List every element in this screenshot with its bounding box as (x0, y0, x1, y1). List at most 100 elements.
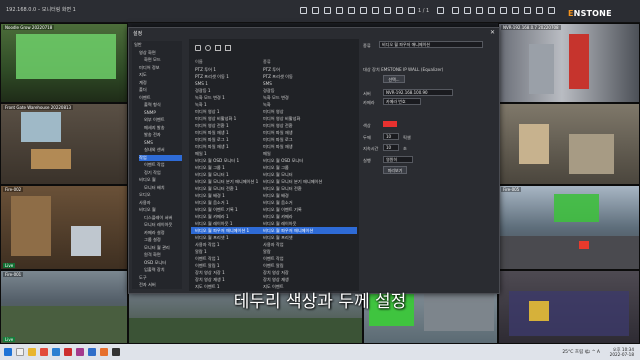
camera-tile-6[interactable]: Fire-005 (498, 185, 640, 270)
close-icon[interactable]: ✕ (490, 29, 495, 36)
tree-item[interactable]: 모니터 레이아웃 (144, 222, 172, 228)
edit-icon[interactable] (205, 45, 211, 51)
list-item-type[interactable]: 미디어 영상 비활성화 (263, 116, 300, 122)
tree-item[interactable]: 이벤트 (139, 95, 151, 101)
tree-item[interactable]: 입출력 장치 (144, 267, 165, 273)
list-item-name[interactable]: 비디오 월 카메라 1 (195, 214, 229, 220)
tree-item[interactable]: 작업 (139, 154, 182, 161)
list-item-type[interactable]: 메일 (263, 151, 271, 157)
search-icon[interactable] (488, 7, 495, 14)
record-icon[interactable] (476, 7, 483, 14)
list-item-type[interactable]: 녹화 (263, 102, 271, 108)
list-item-name[interactable]: SMS 1 (195, 81, 208, 86)
preview-button[interactable]: 미리보기 (383, 166, 407, 174)
clock[interactable]: 오후 10:34 2022-07-18 (610, 347, 634, 357)
list-item-type[interactable]: 비디오 월 음소거 (263, 200, 293, 206)
camera-icon[interactable] (360, 7, 367, 14)
tree-item[interactable]: SNMP (144, 110, 156, 115)
tree-item[interactable]: 디스플레이 서버 (144, 215, 172, 221)
color-swatch[interactable] (383, 121, 397, 127)
list-item-name[interactable]: 비디오 월 배경 1 (195, 193, 225, 199)
tree-item[interactable]: 카메라 설정 (144, 230, 165, 236)
list-item-type[interactable]: 비디오 월 그룹 (263, 165, 289, 171)
tree-item[interactable]: 실내외 센서 (144, 147, 165, 153)
list-item-name[interactable]: 이벤트 작업 1 (195, 256, 220, 262)
camera-tile-5[interactable]: Fire-002 Live (0, 185, 128, 270)
pdf-icon[interactable] (64, 348, 72, 356)
search-icon[interactable] (16, 348, 24, 356)
list-item-name[interactable]: 미디어 파일 로그 1 (195, 137, 229, 143)
select-target-button[interactable]: 선택... (383, 75, 405, 83)
list-item-name[interactable]: 미디어 영상 비활성화 1 (195, 116, 236, 122)
grid-3x3-icon[interactable] (324, 7, 331, 14)
next-page-icon[interactable] (437, 7, 444, 14)
list-item-type[interactable]: PTZ 프리셋 이동 (263, 74, 293, 80)
app-icon[interactable] (76, 348, 84, 356)
list-item-type[interactable]: 비디오 월 모니터 분기 애니메이션 (263, 179, 322, 185)
list-item-type[interactable]: 비디오 월 모니터 (263, 172, 293, 178)
list-item-name[interactable]: 비디오 월 파우저 애니메이션 1 (195, 228, 249, 234)
sequence-icon[interactable] (464, 7, 471, 14)
camera-tile-4[interactable] (498, 103, 640, 185)
list-item-type[interactable]: 사용자 작업 (263, 242, 284, 248)
tree-item[interactable]: 원격 화면 (144, 252, 161, 258)
tree-item[interactable]: 이벤트 작업 (144, 162, 165, 168)
list-item-type[interactable]: 비디오 월 배경 (263, 193, 289, 199)
copy-icon[interactable] (215, 45, 221, 51)
list-item-name[interactable]: 경광등 1 (195, 88, 211, 94)
list-item-type[interactable]: 비디오 월 프리셋 (263, 235, 293, 241)
tree-item[interactable]: 비디오 월 (139, 177, 156, 183)
list-item-type[interactable]: 이벤트 작업 (263, 256, 284, 262)
list-item-type[interactable]: 비디오 월 이벤트 기록 (263, 207, 302, 213)
list-item-name[interactable]: 비디오 월 모니터 1 (195, 172, 229, 178)
tree-item[interactable]: 미디어 정보 (139, 65, 160, 71)
list-item-name[interactable]: 장치 영상 재생 1 (195, 277, 225, 283)
tree-item[interactable]: 정기 작업 (144, 170, 161, 176)
tree-item[interactable]: 비디오 월 (139, 207, 156, 213)
tree-item[interactable]: 출력 형식 (144, 102, 161, 108)
duration-input[interactable]: 10 (383, 144, 399, 151)
list-item-name[interactable]: PTZ 프리셋 이동 1 (195, 74, 229, 80)
list-item-name[interactable]: PTZ 투어 1 (195, 67, 216, 73)
word-icon[interactable] (88, 348, 96, 356)
tree-item[interactable]: 그룹 설정 (144, 237, 161, 243)
prev-page-icon[interactable] (408, 7, 415, 14)
column-header-type[interactable]: 종류 (263, 59, 271, 65)
list-item-type[interactable]: 비디오 월 카메라 (263, 214, 293, 220)
list-item-type[interactable]: 장치 영상 저장 (263, 270, 289, 276)
layout-icon[interactable] (348, 7, 355, 14)
lock-icon[interactable] (524, 7, 531, 14)
speaker-icon[interactable] (512, 7, 519, 14)
map-icon[interactable] (384, 7, 391, 14)
list-item-name[interactable]: 비디오 월 그룹 1 (195, 165, 225, 171)
tree-item[interactable]: 사용자 (139, 200, 151, 206)
tree-item[interactable]: 발송 전자 (144, 132, 161, 138)
thickness-input[interactable]: 10 (383, 133, 399, 140)
list-item-name[interactable]: 비디오 월 프리셋 1 (195, 235, 229, 241)
list-item-type[interactable]: 이벤트 알림 (263, 263, 284, 269)
type-select[interactable]: 비디오 월 파우저 애니메이션 (379, 41, 483, 48)
list-item-name[interactable]: 이벤트 알림 1 (195, 263, 220, 269)
settings-icon[interactable] (536, 7, 543, 14)
list-item-type[interactable]: PTZ 투어 (263, 67, 280, 73)
list-item-type[interactable]: 비디오 월 모니터 전환 (263, 186, 302, 192)
camera-app-icon[interactable] (112, 348, 120, 356)
system-tray[interactable]: 25°C 흐림 🌤 ^ A (562, 349, 600, 355)
list-item-type[interactable]: 녹화 모드 변경 (263, 95, 289, 101)
column-header-name[interactable]: 이름 (195, 59, 203, 65)
tree-item[interactable]: 도구 (139, 275, 147, 281)
add-icon[interactable] (195, 45, 201, 51)
list-item-name[interactable]: 비디오 월 모니터 전환 1 (195, 186, 238, 192)
chrome-icon[interactable] (40, 348, 48, 356)
list-item-type[interactable]: 미디어 파일 로그 (263, 137, 293, 143)
list-item-name[interactable]: 미디어 영상 1 (195, 109, 220, 115)
camera-select[interactable]: 카메라 번호 (383, 98, 421, 105)
list-item-type[interactable]: 장치 영상 재생 (263, 277, 289, 283)
list-item-name[interactable]: 미디어 파일 재생 1 (195, 130, 229, 136)
list-item-name[interactable]: 사용자 작업 1 (195, 242, 220, 248)
tree-item[interactable]: 오디오 (139, 192, 151, 198)
list-item-type[interactable]: 미디어 영상 전환 (263, 123, 293, 129)
list-item-type[interactable]: 미디어 파일 재생 (263, 144, 293, 150)
tree-item[interactable]: 모니터 배치 (144, 185, 165, 191)
tree-item[interactable]: 영상 화면 (139, 50, 156, 56)
